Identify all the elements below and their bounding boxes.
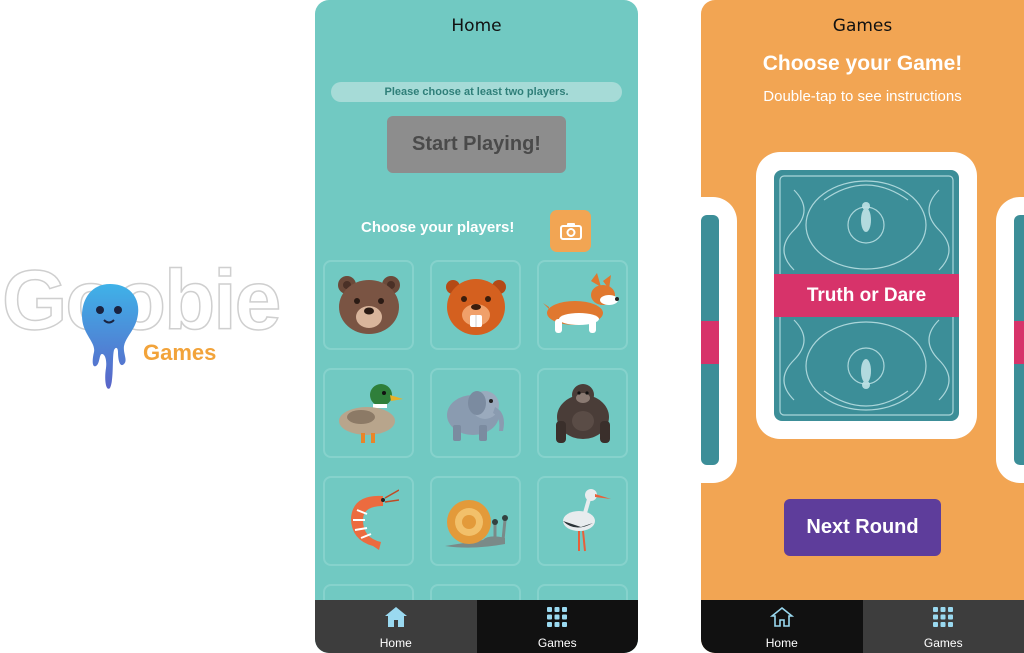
games-screen: Games Choose your Game! Double-tap to se… [701,0,1024,653]
start-playing-button[interactable]: Start Playing! [387,116,566,173]
beaver-icon [445,279,506,335]
card-back-pattern: Truth or Dare [774,170,959,421]
camera-icon [560,223,582,240]
gorilla-icon [555,384,610,443]
tab-games-label: Games [923,636,963,650]
grid-icon [933,607,954,627]
player-tile-shrimp[interactable] [323,476,414,566]
tab-bar: Home Games [701,600,1024,653]
page-title: Games [832,16,893,36]
tab-home-label: Home [379,636,412,650]
shrimp-icon [350,489,399,550]
player-tile-elephant[interactable] [430,368,521,458]
camera-button[interactable] [550,210,591,252]
next-round-button[interactable]: Next Round [784,499,941,556]
tab-home[interactable]: Home [701,600,863,653]
snail-icon [444,500,508,548]
choose-game-heading: Choose your Game! [762,52,963,75]
player-tile-bear[interactable] [323,260,414,350]
home-icon [769,606,794,627]
tab-home-label: Home [765,636,798,650]
logo-subtitle: Games [143,340,217,365]
tab-games[interactable]: Games [862,600,1024,653]
bear-icon [337,276,400,334]
player-tile-stork[interactable] [537,476,628,566]
player-tile-gorilla[interactable] [537,368,628,458]
stork-icon [562,489,611,552]
elephant-icon [446,391,504,441]
game-card[interactable]: Truth or Dare [756,152,977,439]
game-title-band: Truth or Dare [774,274,959,317]
player-tile-beaver[interactable] [430,260,521,350]
home-icon [384,607,407,627]
player-tile-corgi[interactable] [537,260,628,350]
tab-bar: Home Games [315,600,638,653]
instructions-hint: Double-tap to see instructions [763,88,962,105]
duck-icon [338,384,403,443]
corgi-icon [542,273,619,333]
tab-home[interactable]: Home [315,600,477,653]
player-tile-duck[interactable] [323,368,414,458]
blob-mascot-icon [82,284,139,389]
grid-icon [547,607,568,627]
choose-players-label: Choose your players! [361,219,515,236]
tab-games[interactable]: Games [476,600,638,653]
home-screen: Home Please choose at least two players.… [315,0,638,653]
player-tile-snail[interactable] [430,476,521,566]
game-card-previous[interactable] [701,197,737,483]
players-notice: Please choose at least two players. [331,82,622,102]
game-card-next[interactable] [996,197,1024,483]
tab-games-label: Games [537,636,577,650]
page-title: Home [451,16,502,36]
